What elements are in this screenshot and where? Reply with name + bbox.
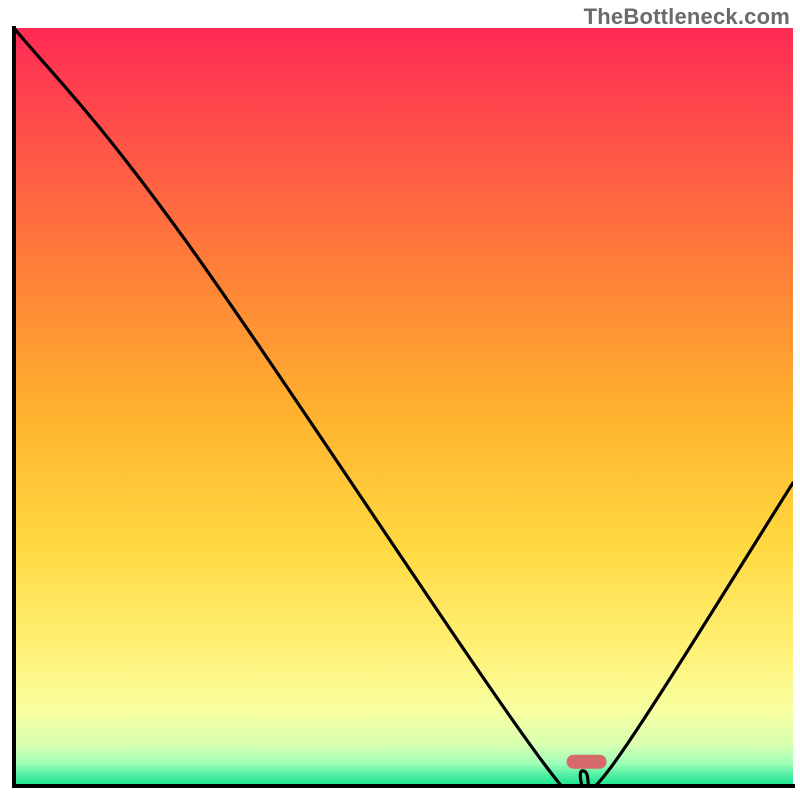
optimal-marker	[567, 755, 607, 769]
bottleneck-chart: TheBottleneck.com	[0, 0, 800, 800]
chart-canvas	[0, 0, 800, 800]
watermark-text: TheBottleneck.com	[584, 4, 790, 30]
gradient-background	[14, 28, 793, 786]
